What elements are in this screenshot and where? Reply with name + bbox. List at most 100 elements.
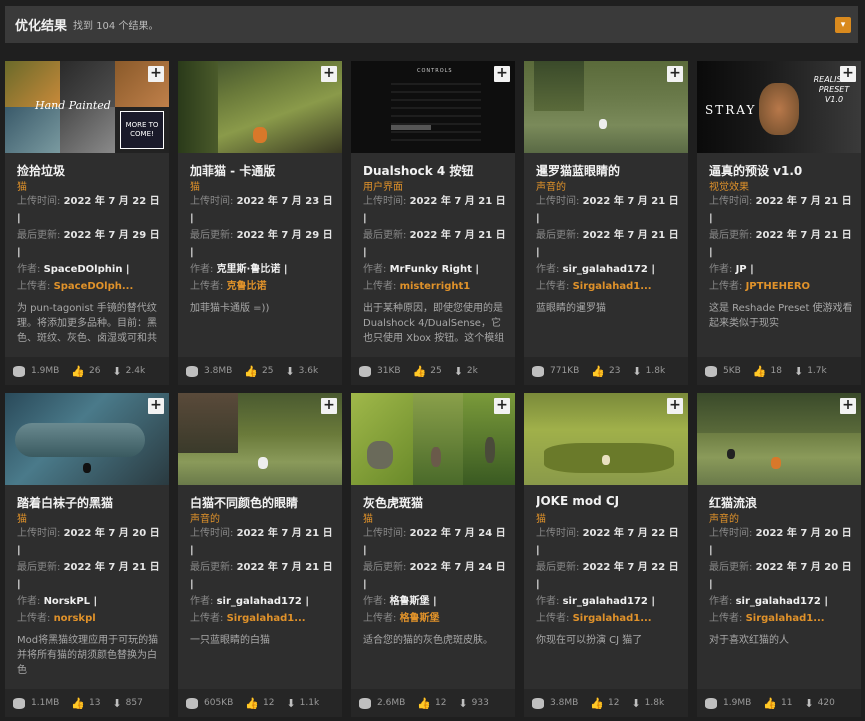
add-to-collection-button[interactable]: +: [494, 398, 510, 414]
mod-thumbnail[interactable]: +: [524, 61, 688, 153]
uploader-link[interactable]: SpaceDOlph...: [54, 281, 134, 292]
mod-name[interactable]: 捡拾垃圾: [17, 162, 162, 178]
mod-name[interactable]: 加菲猫 - 卡通版: [190, 162, 335, 178]
download-icon: ⬇: [631, 696, 641, 710]
mod-name[interactable]: 逼真的预设 v1.0: [709, 162, 854, 178]
mod-description: 出于某种原因，即使您使用的是 Dualshock 4/DualSense，它也只…: [363, 303, 505, 344]
file-size: 31KB: [377, 366, 401, 376]
uploaded-label: 上传时间:: [363, 196, 407, 207]
mod-category[interactable]: 声音的: [190, 510, 335, 525]
add-to-collection-button[interactable]: +: [321, 66, 337, 82]
updated-label: 最后更新:: [363, 562, 407, 573]
add-to-collection-button[interactable]: +: [840, 398, 856, 414]
uploader-link[interactable]: Sirgalahad1...: [573, 613, 652, 624]
filesize-icon: [13, 365, 25, 377]
author-label: 作者:: [17, 596, 41, 607]
mod-category[interactable]: 猫: [190, 178, 335, 193]
uploader-label: 上传者:: [363, 613, 397, 624]
author-label: 作者:: [190, 264, 214, 275]
thumbs-up-icon: 👍: [590, 696, 604, 710]
mod-stats: 1.1MB 👍 13 ⬇ 857: [5, 689, 169, 717]
add-to-collection-button[interactable]: +: [840, 66, 856, 82]
download-count: 2.4k: [125, 366, 146, 376]
author-label: 作者:: [536, 264, 560, 275]
author-name: NorskPL |: [43, 596, 98, 607]
add-to-collection-button[interactable]: +: [321, 398, 337, 414]
updated-label: 最后更新:: [17, 562, 61, 573]
add-to-collection-button[interactable]: +: [667, 66, 683, 82]
download-count: 1.8k: [645, 366, 666, 376]
like-count: 12: [434, 698, 447, 708]
uploader-link[interactable]: Sirgalahad1...: [573, 281, 652, 292]
mod-thumbnail[interactable]: CONTROLS +: [351, 61, 515, 153]
like-count: 13: [88, 698, 101, 708]
mod-card[interactable]: + 加菲猫 - 卡通版 猫 上传时间: 2022 年 7 月 23 日 | 最后…: [178, 61, 342, 385]
mod-name[interactable]: 灰色虎斑猫: [363, 494, 508, 510]
mod-card[interactable]: STRAY REALISTIC PRESET V1.0 + 逼真的预设 v1.0…: [697, 61, 861, 385]
mod-card[interactable]: + 灰色虎斑猫 猫 上传时间: 2022 年 7 月 24 日 | 最后更新: …: [351, 393, 515, 717]
uploader-link[interactable]: Sirgalahad1...: [227, 613, 306, 624]
mod-category[interactable]: 猫: [536, 510, 681, 525]
mod-thumbnail[interactable]: +: [351, 393, 515, 485]
mod-thumbnail[interactable]: +: [697, 393, 861, 485]
mod-category[interactable]: 声音的: [709, 510, 854, 525]
download-count: 1.1k: [299, 698, 320, 708]
download-icon: ⬇: [112, 364, 122, 378]
uploader-label: 上传者:: [190, 613, 224, 624]
filesize-icon: [186, 697, 198, 709]
mod-name[interactable]: 红猫流浪: [709, 494, 854, 510]
mod-description: 你现在可以扮演 CJ 猫了: [536, 635, 643, 646]
filesize-icon: [705, 697, 717, 709]
mod-card[interactable]: + 红猫流浪 声音的 上传时间: 2022 年 7 月 20 日 | 最后更新:…: [697, 393, 861, 717]
uploader-link[interactable]: misterright1: [400, 281, 471, 292]
mod-card[interactable]: MORE TO COME! Hand Painted + 捡拾垃圾 猫 上传时间…: [5, 61, 169, 385]
collapse-toggle-button[interactable]: ▾: [835, 17, 851, 33]
mod-category[interactable]: 猫: [363, 510, 508, 525]
mod-name[interactable]: JOKE mod CJ: [536, 494, 681, 510]
updated-label: 最后更新:: [709, 562, 753, 573]
mod-thumbnail[interactable]: STRAY REALISTIC PRESET V1.0 +: [697, 61, 861, 153]
mod-name[interactable]: 白猫不同颜色的眼睛: [190, 494, 335, 510]
thumb-badge-text: MORE TO COME!: [120, 111, 164, 149]
download-count: 1.7k: [807, 366, 827, 376]
updated-label: 最后更新:: [17, 230, 61, 241]
mod-thumbnail[interactable]: +: [524, 393, 688, 485]
mod-name[interactable]: 暹罗猫蓝眼睛的: [536, 162, 681, 178]
mod-card[interactable]: + JOKE mod CJ 猫 上传时间: 2022 年 7 月 22 日 | …: [524, 393, 688, 717]
mod-category[interactable]: 声音的: [536, 178, 681, 193]
mod-category[interactable]: 猫: [17, 178, 162, 193]
mod-thumbnail[interactable]: +: [178, 61, 342, 153]
mod-thumbnail[interactable]: +: [178, 393, 342, 485]
mod-description: 为 pun-tagonist 手镜的替代纹理。将添加更多品种。目前：黑色、斑纹、…: [17, 303, 157, 344]
mod-thumbnail[interactable]: MORE TO COME! Hand Painted +: [5, 61, 169, 153]
uploader-link[interactable]: 格鲁斯堡: [400, 613, 440, 624]
download-count: 420: [817, 698, 835, 708]
uploader-link[interactable]: JPTHEHERO: [746, 281, 810, 292]
mod-category[interactable]: 用户界面: [363, 178, 508, 193]
author-name: sir_galahad172 |: [562, 596, 655, 607]
author-label: 作者:: [536, 596, 560, 607]
add-to-collection-button[interactable]: +: [148, 398, 164, 414]
mod-card[interactable]: + 暹罗猫蓝眼睛的 声音的 上传时间: 2022 年 7 月 21 日 | 最后…: [524, 61, 688, 385]
mod-category[interactable]: 猫: [17, 510, 162, 525]
uploader-link[interactable]: norskpl: [54, 613, 96, 624]
like-count: 25: [261, 366, 274, 376]
updated-label: 最后更新:: [709, 230, 753, 241]
uploader-link[interactable]: Sirgalahad1...: [746, 613, 825, 624]
mod-card[interactable]: CONTROLS + Dualshock 4 按钮 用户界面 上传时间: 202…: [351, 61, 515, 385]
uploaded-label: 上传时间:: [363, 528, 407, 539]
mod-card[interactable]: + 踏着白袜子的黑猫 猫 上传时间: 2022 年 7 月 20 日 | 最后更…: [5, 393, 169, 717]
filesize-icon: [186, 365, 198, 377]
mod-thumbnail[interactable]: +: [5, 393, 169, 485]
add-to-collection-button[interactable]: +: [148, 66, 164, 82]
author-label: 作者:: [709, 264, 733, 275]
add-to-collection-button[interactable]: +: [667, 398, 683, 414]
uploader-link[interactable]: 克鲁比诺: [227, 281, 267, 292]
mod-card[interactable]: + 白猫不同颜色的眼睛 声音的 上传时间: 2022 年 7 月 21 日 | …: [178, 393, 342, 717]
mod-category[interactable]: 视觉效果: [709, 178, 854, 193]
mod-name[interactable]: Dualshock 4 按钮: [363, 162, 508, 178]
add-to-collection-button[interactable]: +: [494, 66, 510, 82]
download-count: 2k: [466, 366, 478, 376]
mod-name[interactable]: 踏着白袜子的黑猫: [17, 494, 162, 510]
uploaded-label: 上传时间:: [536, 196, 580, 207]
